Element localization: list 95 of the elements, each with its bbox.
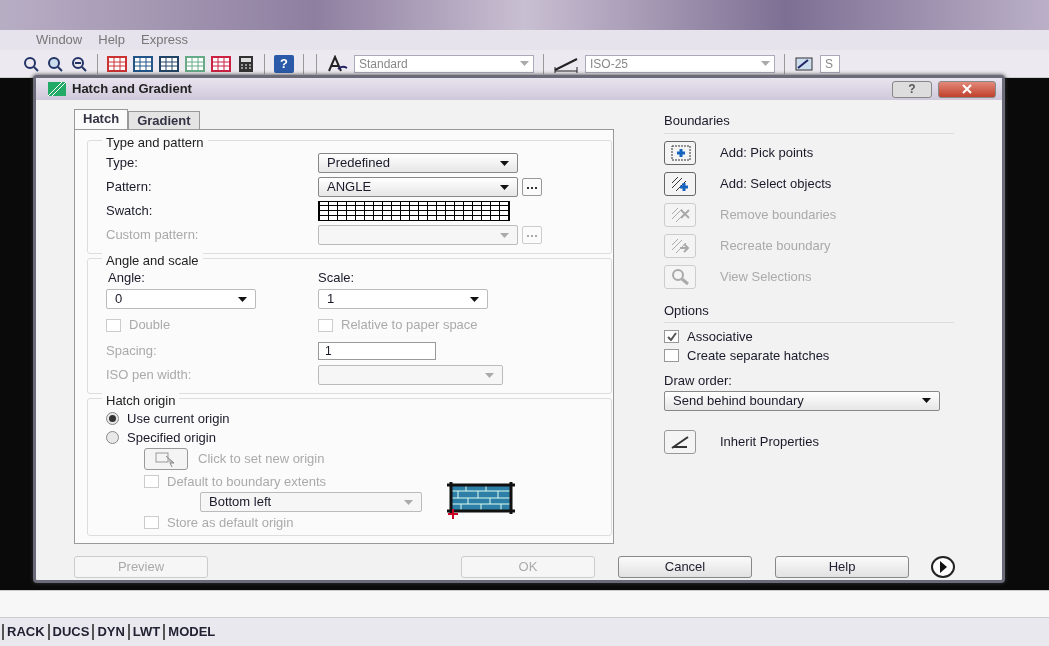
radio-label: Specified origin: [127, 428, 216, 447]
ellipsis-icon: [526, 185, 538, 189]
button-label: Add: Select objects: [720, 175, 832, 194]
dialog-button[interactable]: Help: [775, 556, 909, 578]
caret-icon: [520, 61, 529, 66]
calculator-icon[interactable]: [237, 54, 255, 73]
help-icon[interactable]: ?: [274, 54, 294, 73]
dropdown[interactable]: ANGLE: [318, 177, 518, 197]
button-label: View Selections: [720, 268, 812, 287]
tab[interactable]: Gradient: [128, 111, 200, 129]
button-label: Add: Pick points: [720, 144, 814, 163]
caret-icon: [500, 232, 509, 238]
button-label: Remove boundaries: [720, 206, 837, 225]
draw-order-dropdown[interactable]: Send behind boundary: [664, 390, 940, 411]
field-label: Spacing:: [106, 342, 158, 361]
pick-points-icon: [669, 143, 691, 163]
cursor-icon: [155, 451, 177, 467]
grid-icon[interactable]: [133, 54, 153, 73]
caret-icon: [470, 296, 479, 302]
table-style-icon[interactable]: [794, 54, 814, 73]
caret-icon: [500, 160, 509, 166]
text-style-icon[interactable]: [326, 54, 348, 73]
brick-pattern-drawing: [446, 481, 516, 519]
zoom-icon[interactable]: [22, 54, 40, 73]
boundary-button[interactable]: [664, 172, 696, 196]
checkbox-label: Relative to paper space: [341, 316, 478, 335]
window-title: Hatch and Gradient: [72, 80, 192, 99]
checkbox-label: Double: [129, 316, 171, 335]
text-style-dropdown[interactable]: Standard: [354, 54, 534, 73]
caret-icon: [485, 372, 494, 378]
button-label: Recreate boundary: [720, 237, 831, 256]
status-toggle[interactable]: DYN: [92, 624, 128, 640]
grid-icon[interactable]: [159, 54, 179, 73]
menu-item[interactable]: Help: [98, 30, 125, 50]
field-label: Draw order:: [664, 372, 733, 390]
field-label: Scale:: [318, 269, 355, 288]
rotation-dropdown[interactable]: 0: [106, 289, 256, 309]
button-label: Click to set new origin: [198, 450, 325, 469]
caret-icon: [500, 184, 509, 190]
field-label: Angle:: [107, 269, 146, 288]
dropdown[interactable]: Predefined: [318, 153, 518, 173]
hatch-app-icon: [48, 82, 66, 96]
radio-button[interactable]: [106, 412, 119, 425]
recreate-boundary-icon: [669, 236, 691, 256]
section-title: Boundaries: [664, 111, 954, 134]
field-label: ISO pen width:: [106, 366, 193, 385]
section-title: Options: [664, 300, 954, 323]
remove-boundary-icon: [669, 205, 691, 225]
ellipsis-icon: [526, 233, 538, 237]
dimension-style-dropdown[interactable]: ISO-25: [585, 54, 775, 73]
status-toggle[interactable]: RACK: [2, 624, 48, 640]
close-button[interactable]: [938, 80, 996, 98]
close-icon: [962, 84, 972, 94]
field-label: Custom pattern:: [106, 226, 200, 245]
boundary-button[interactable]: [664, 141, 696, 165]
checkbox[interactable]: [664, 330, 679, 343]
field-label: Pattern:: [106, 178, 153, 197]
grid-icon[interactable]: [211, 54, 231, 73]
group-title: Hatch origin: [102, 391, 180, 411]
radio-label: Use current origin: [127, 409, 230, 428]
caret-icon: [238, 296, 247, 302]
magnifier-icon: [669, 267, 691, 287]
check-icon: [666, 332, 677, 341]
checkbox-label: Store as default origin: [167, 513, 294, 532]
more-options-icon[interactable]: [931, 556, 955, 578]
swatch-preview[interactable]: [318, 201, 510, 221]
inherit-button[interactable]: [664, 430, 696, 454]
status-toggle[interactable]: LWT: [127, 624, 164, 640]
radio-button[interactable]: [106, 431, 119, 444]
menu-item[interactable]: Express: [141, 30, 188, 50]
help-button[interactable]: ?: [892, 80, 932, 98]
checkbox[interactable]: [664, 349, 679, 362]
table-style-dropdown[interactable]: S: [820, 54, 840, 73]
grid-icon[interactable]: [107, 54, 127, 73]
browse-button[interactable]: [522, 178, 542, 196]
menu-item[interactable]: Window: [36, 30, 83, 50]
tab[interactable]: Hatch: [74, 109, 129, 129]
caret-icon: [404, 499, 413, 505]
status-toggle[interactable]: MODEL: [163, 624, 219, 640]
field-label: Swatch:: [106, 202, 154, 221]
select-objects-icon: [669, 174, 691, 194]
caret-icon: [922, 398, 931, 403]
zoom-icon[interactable]: [70, 54, 88, 73]
caret-icon: [761, 61, 770, 66]
scale-dropdown[interactable]: 1: [318, 289, 488, 309]
checkbox-label: Default to boundary extents: [167, 472, 326, 491]
button-label: Inherit Properties: [720, 433, 819, 452]
group-title: Angle and scale: [102, 251, 203, 271]
field-label: Type:: [106, 154, 139, 173]
checkbox-label: Associative: [687, 327, 753, 346]
checkbox-label: Create separate hatches: [687, 346, 830, 365]
zoom-icon[interactable]: [46, 54, 64, 73]
status-toggle[interactable]: DUCS: [47, 624, 93, 640]
dialog-button[interactable]: Cancel: [618, 556, 752, 578]
set-origin-button[interactable]: [144, 448, 188, 470]
